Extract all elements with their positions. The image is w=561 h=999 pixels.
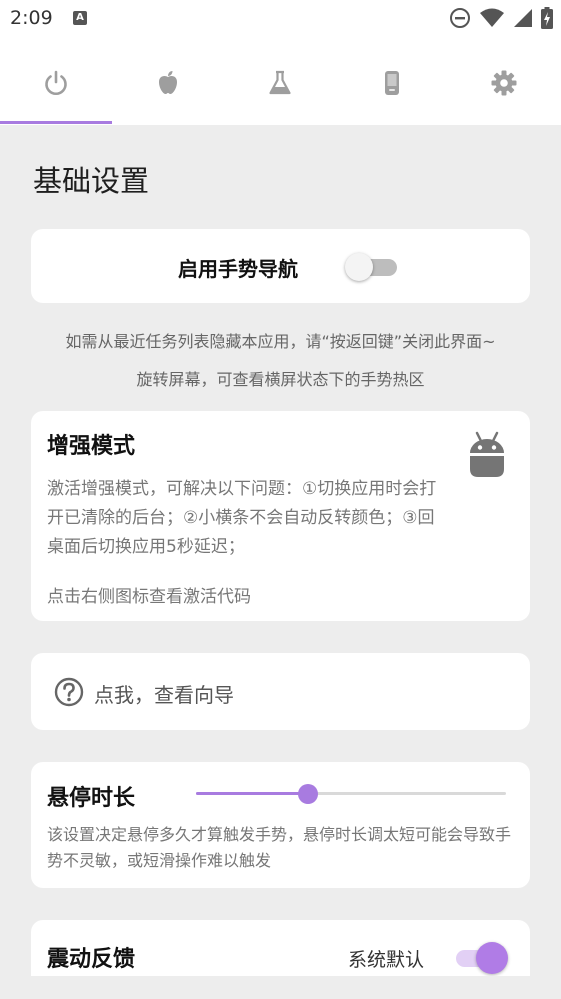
battery-charging-icon (541, 7, 553, 29)
tab-phone[interactable] (336, 40, 448, 125)
enhanced-mode-description: 激活增强模式，可解决以下问题：①切换应用时会打开已清除的后台；②小横条不会自动反… (47, 479, 437, 557)
tab-lab[interactable] (224, 40, 336, 125)
status-bar: 2:09 A (0, 0, 561, 40)
gesture-nav-card[interactable]: 启用手势导航 (31, 229, 530, 303)
gear-icon (491, 70, 517, 95)
apple-icon (159, 70, 177, 94)
slider-knob[interactable] (297, 784, 318, 804)
hover-duration-description: 该设置决定悬停多久才算触发手势，悬停时长调太短可能会导致手势不灵敏，或短滑操作难… (47, 825, 512, 870)
enhanced-mode-title: 增强模式 (47, 434, 136, 459)
hover-duration-title: 悬停时长 (47, 786, 136, 811)
hint-rotate: 旋转屏幕，可查看横屏状态下的手势热区 (136, 370, 425, 389)
gesture-nav-switch[interactable] (345, 251, 399, 283)
gesture-nav-label: 启用手势导航 (178, 257, 298, 281)
power-icon (45, 70, 67, 95)
guide-card[interactable]: 点我，查看向导 (31, 653, 530, 730)
bottom-edge (0, 976, 561, 999)
wifi-icon (480, 8, 504, 27)
hover-duration-card: 悬停时长 该设置决定悬停多久才算触发手势，悬停时长调太短可能会导致手势不灵敏，或… (31, 762, 530, 888)
tab-settings[interactable] (448, 40, 560, 125)
section-title: 基础设置 (33, 164, 150, 198)
phone-icon (385, 70, 399, 95)
notification-icon: A (73, 11, 87, 25)
status-icons (449, 7, 553, 29)
switch-thumb (476, 942, 508, 974)
android-icon[interactable] (467, 429, 507, 479)
vibration-value[interactable]: 系统默认 (348, 945, 424, 972)
hint-hide-app: 如需从最近任务列表隐藏本应用，请“按返回键”关闭此界面~ (65, 332, 496, 351)
hover-duration-slider[interactable] (196, 783, 508, 805)
tab-bar (0, 40, 561, 125)
tab-apple[interactable] (112, 40, 224, 125)
tab-power[interactable] (0, 40, 112, 125)
tab-indicator (0, 121, 112, 124)
enhanced-mode-card: 增强模式 激活增强模式，可解决以下问题：①切换应用时会打开已清除的后台；②小横条… (31, 411, 530, 621)
switch-thumb (345, 253, 373, 281)
status-time: 2:09 (10, 7, 53, 29)
vibration-switch[interactable] (455, 940, 511, 976)
do-not-disturb-icon (450, 8, 470, 28)
vibration-title: 震动反馈 (47, 947, 136, 972)
guide-label: 点我，查看向导 (94, 683, 234, 707)
enhanced-mode-tip: 点击右侧图标查看激活代码 (47, 587, 251, 607)
signal-icon (514, 9, 532, 27)
help-circle-icon (54, 677, 84, 707)
slider-fill (196, 792, 308, 795)
flask-icon (269, 70, 291, 94)
